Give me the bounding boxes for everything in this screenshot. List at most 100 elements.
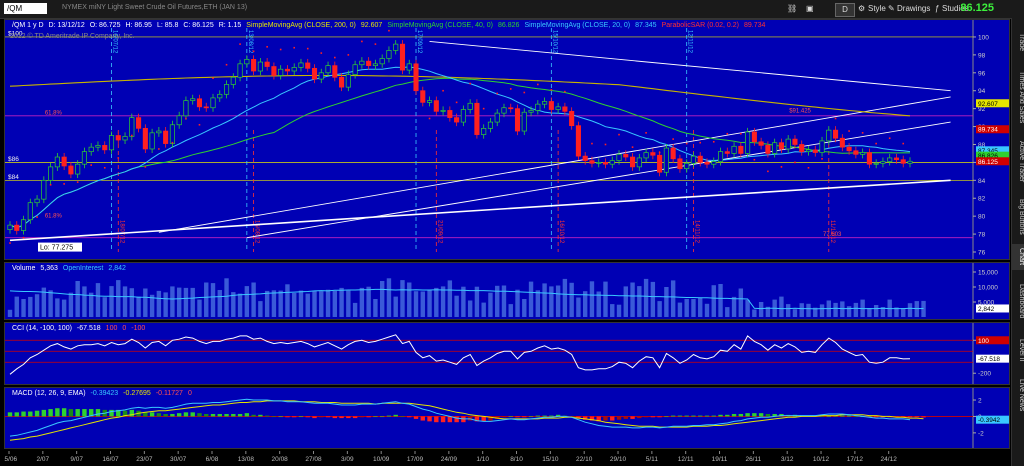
candle-33 (230, 76, 236, 85)
header-item-1: -67.518 (76, 325, 101, 332)
sar-dot-18 (131, 134, 133, 137)
candle-26 (183, 100, 189, 117)
macd-hist-8 (61, 408, 67, 417)
macd-hist-27 (190, 412, 195, 417)
x-tick-label: 8/10 (510, 456, 523, 463)
candle-13 (95, 145, 101, 148)
style-button[interactable]: Style (868, 3, 886, 15)
drawings-button[interactable]: Drawings (897, 3, 930, 15)
x-tick-label: 3/09 (341, 456, 354, 463)
x-tick-label: 1/10 (476, 456, 489, 463)
candle-68 (467, 102, 473, 110)
volume-bar-102 (698, 297, 703, 317)
symbol-description: NYMEX miNY Light Sweet Crude Oil Futures… (62, 4, 248, 11)
fib-label-1: 61.8% (45, 213, 63, 219)
symbol-input[interactable]: /QM (4, 3, 47, 14)
x-tick-label: 29/10 (610, 456, 627, 463)
macd-hist-3 (28, 411, 33, 417)
sar-dot-116 (794, 161, 796, 164)
volume-bar-118 (806, 303, 811, 317)
macd-hist-22 (156, 413, 162, 417)
macd-hist-38 (264, 415, 270, 417)
volume-bar-122 (833, 302, 838, 317)
volume-bar-8 (61, 299, 67, 317)
volume-bar-81 (555, 285, 561, 317)
header-item-12: 87.345 (635, 22, 657, 29)
macd-hist-134 (914, 416, 919, 418)
volume-bar-83 (569, 282, 574, 317)
price-tick-label: 76 (978, 250, 986, 257)
sar-dot-0 (9, 242, 11, 244)
volume-bar-63 (434, 287, 439, 317)
cci-panel[interactable]: 100 -200 100 -67.518 CCI (14, -100, 100) -67… (4, 322, 1010, 385)
sidebar-tab-live-news[interactable]: Live News (1012, 373, 1024, 417)
marker-label-10: 11/12/12 (829, 220, 835, 244)
candle-58 (399, 43, 406, 71)
volume-bar-110 (752, 309, 757, 317)
volume-bar-72 (495, 285, 500, 317)
volume-bar-123 (840, 301, 845, 317)
candle-19 (136, 117, 142, 129)
volume-bar-65 (447, 280, 453, 317)
macd-hist-75 (515, 416, 520, 418)
candle-53 (366, 60, 372, 66)
header-item-5: C: 86.125 (183, 22, 214, 29)
settings-icon[interactable]: ⚙ (858, 3, 865, 15)
candle-87 (596, 162, 602, 164)
sar-dot-106 (726, 132, 729, 135)
volume-bar-58 (400, 280, 405, 317)
volume-bar-40 (278, 290, 283, 317)
x-tick-label: 25/06 (4, 456, 18, 463)
sidebar-tab-times-and-sales[interactable]: Times And Sales (1012, 66, 1024, 128)
macd-signal-line (9, 400, 924, 441)
volume-bar-12 (89, 292, 94, 317)
volume-bar-71 (488, 292, 493, 317)
macd-hist-111 (758, 413, 764, 417)
header-item-9: SimpleMovingAvg (CLOSE, 40, 0) (387, 22, 494, 29)
candle-64 (440, 110, 446, 112)
volume-bar-124 (846, 306, 852, 317)
sidebar-tab-chart[interactable]: Chart (1012, 244, 1024, 270)
volume-bar-30 (210, 283, 216, 317)
cci-tag-1: -67.518 (978, 356, 1000, 363)
share-icon[interactable]: ▣ (806, 3, 814, 15)
pencil-icon: ✎ (888, 4, 895, 13)
candle-118 (805, 149, 812, 152)
marker-label-8: 16/10/12 (558, 220, 564, 244)
low-label: Lo: 77.275 (40, 245, 73, 252)
macd-hist-102 (698, 415, 703, 417)
link-icon[interactable]: ⛓ (787, 3, 797, 15)
sidebar-tab-active-trader[interactable]: Active Trader (1012, 134, 1024, 190)
volume-bar-6 (48, 290, 53, 317)
sidebar-tab-level-ii[interactable]: Level II (1012, 332, 1024, 368)
sar-dot-20 (144, 166, 147, 168)
volume-bar-127 (867, 308, 872, 317)
x-tick-label: 12/11 (678, 456, 694, 463)
candle-48 (332, 65, 338, 78)
macd-panel[interactable]: 2 0 -2 -0.3942 MACD (12, 26, 9, EMA) -0.3942… (4, 387, 1010, 449)
candle-9 (68, 165, 74, 175)
macd-hist-124 (846, 415, 852, 417)
candle-60 (413, 63, 419, 92)
sidebar-tab-dashboard[interactable]: Dashboard (1012, 276, 1024, 326)
volume-bar-111 (758, 302, 764, 317)
sidebar-tab-big-buttons[interactable]: Big Buttons (1012, 194, 1024, 240)
macd-hist-54 (373, 416, 378, 418)
macd-hist-41 (285, 416, 290, 418)
cci-chart: 100 -200 100 -67.518 (5, 323, 1009, 384)
sidebar-tab-trade[interactable]: Trade (1012, 22, 1024, 62)
sar-dot-80 (550, 89, 553, 91)
macd-hist-60 (413, 416, 419, 419)
macd-hist-78 (535, 415, 541, 417)
candle-16 (115, 135, 121, 141)
volume-panel[interactable]: 5,000 10,000 15,000 2,842 Volume 5,363 OpenIn… (4, 262, 1010, 320)
price-panel[interactable]: 767880828486889092949698100$100$86$8461.… (4, 19, 1010, 260)
candle-78 (535, 103, 541, 111)
volume-bar-27 (190, 287, 195, 317)
period-button[interactable]: D (835, 3, 855, 17)
candle-40 (278, 68, 284, 76)
sar-dot-44 (306, 47, 309, 50)
candle-102 (697, 155, 703, 163)
candle-47 (325, 65, 331, 74)
volume-bar-32 (224, 278, 229, 317)
